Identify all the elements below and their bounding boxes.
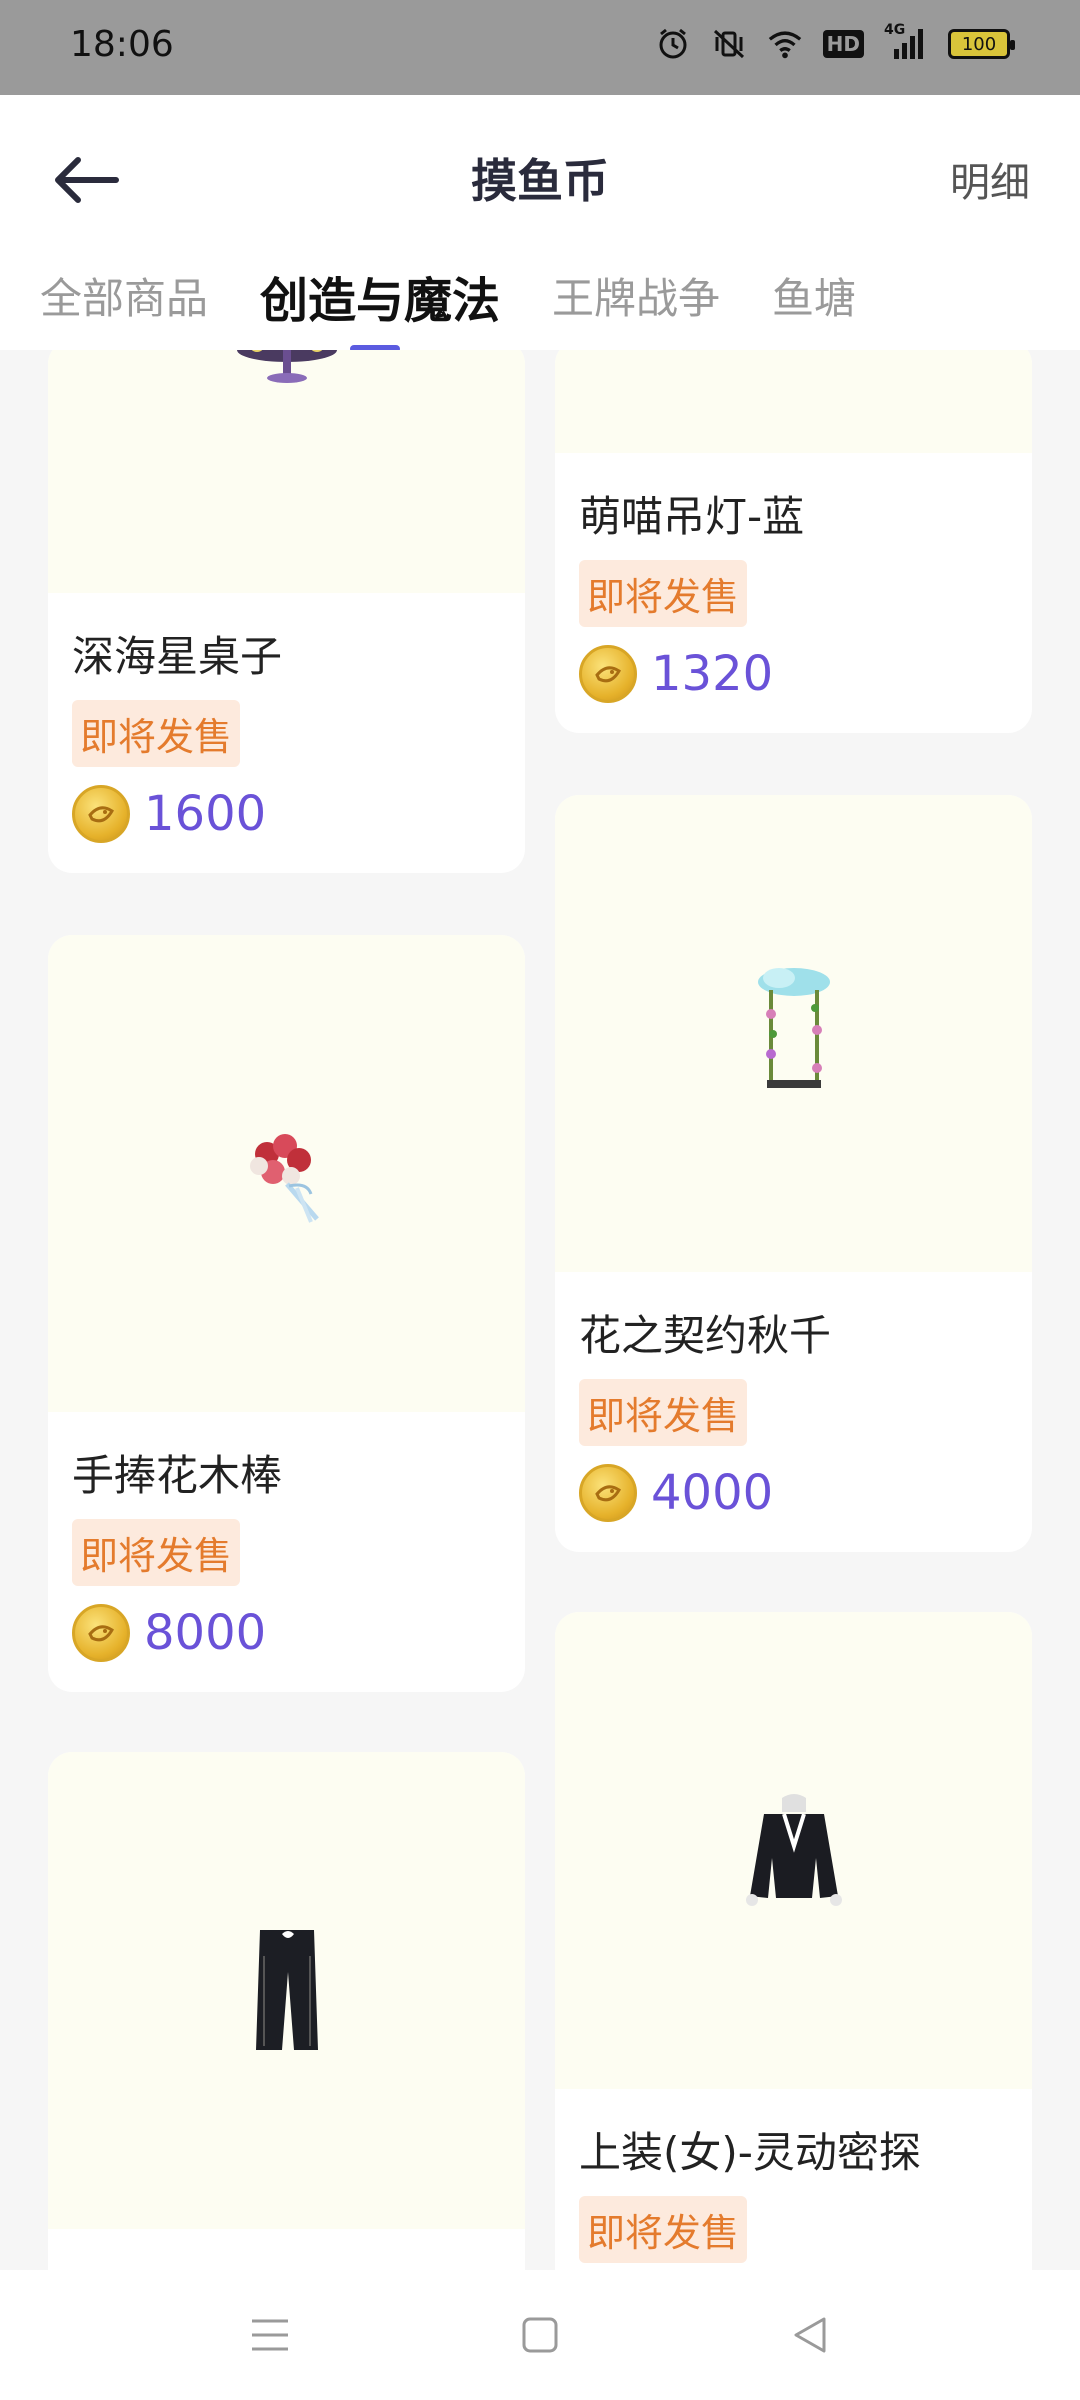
page-title: 摸鱼币 [471, 154, 609, 208]
product-card[interactable]: 裤装(女)-灵动密探 [48, 1752, 525, 2270]
status-badge: 即将发售 [579, 1379, 748, 1446]
status-badge: 即将发售 [579, 2196, 748, 2263]
price-row: 1600 [72, 785, 501, 843]
signal-icon: 4G [884, 22, 928, 62]
price-row: 8000 [72, 1604, 501, 1662]
tab-all-products[interactable]: 全部商品 [40, 265, 208, 331]
triangle-back-icon [794, 2317, 826, 2353]
star-table-image [236, 350, 337, 383]
alarm-icon [655, 26, 691, 62]
product-card[interactable]: 手捧花木棒 即将发售 8000 [48, 935, 525, 1692]
category-tabs: 全部商品 创造与魔法 王牌战争 鱼塘 [40, 265, 908, 331]
product-name: 上装(女)-灵动密探 [579, 2128, 921, 2177]
tab-fish-pond[interactable]: 鱼塘 [772, 265, 856, 331]
product-name: 裤装(女)-灵动密探 [72, 2259, 501, 2270]
status-badge: 即将发售 [72, 700, 241, 767]
product-image [48, 935, 525, 1412]
detail-link[interactable]: 明细 [950, 150, 1030, 208]
network-type-label: 4G [884, 22, 906, 38]
header: 摸鱼币 明细 全部商品 创造与魔法 王牌战争 鱼塘 [0, 95, 1080, 353]
home-button[interactable] [505, 2300, 575, 2370]
coin-icon [72, 1604, 130, 1662]
flower-swing-image [757, 967, 830, 1088]
system-navigation-bar [0, 2270, 1080, 2400]
product-card[interactable]: 上装(女)-灵动密探 即将发售 [555, 1612, 1032, 2270]
bouquet-image [249, 1133, 319, 1223]
coin-icon [579, 1464, 637, 1522]
menu-button[interactable] [235, 2300, 305, 2370]
product-card[interactable]: 深海星桌子 即将发售 1600 [48, 350, 525, 873]
product-name: 萌喵吊灯-蓝 [579, 492, 805, 541]
product-image [555, 795, 1032, 1272]
tab-creation-magic[interactable]: 创造与魔法 [260, 261, 500, 331]
coin-icon [579, 645, 637, 703]
pants-image [255, 1929, 318, 2050]
product-image [48, 1752, 525, 2229]
menu-icon [252, 2319, 288, 2351]
tab-ace-war[interactable]: 王牌战争 [552, 265, 720, 331]
product-card[interactable]: 萌喵吊灯-蓝 即将发售 1320 [555, 350, 1032, 733]
coin-icon [72, 785, 130, 843]
product-image [555, 350, 1032, 453]
product-price: 4000 [651, 1465, 774, 1521]
product-price: 1320 [651, 646, 774, 702]
jacket-image [745, 1793, 842, 1906]
product-price: 1600 [144, 786, 267, 842]
product-name: 花之契约秋千 [579, 1311, 832, 1360]
battery-icon: 100 [948, 29, 1015, 59]
product-price: 8000 [144, 1605, 267, 1661]
price-row: 1320 [579, 645, 1008, 703]
status-badge: 即将发售 [72, 1519, 241, 1586]
product-image [555, 1612, 1032, 2089]
product-image [48, 350, 525, 593]
wifi-icon [767, 26, 803, 62]
back-nav-button[interactable] [775, 2300, 845, 2370]
product-grid: 深海星桌子 即将发售 1600 萌喵吊灯-蓝 即将发售 1320 手捧花木棒 即… [0, 350, 1080, 2270]
product-name: 手捧花木棒 [72, 1451, 283, 1500]
mute-vibrate-icon [711, 26, 747, 62]
status-bar: 18:06 HD 4G 100 [0, 0, 1080, 95]
square-icon [522, 2317, 558, 2353]
status-icons: HD 4G 100 [655, 22, 1015, 62]
hd-icon: HD [822, 30, 864, 58]
status-badge: 即将发售 [579, 560, 748, 627]
product-card[interactable]: 花之契约秋千 即将发售 4000 [555, 795, 1032, 1552]
product-name: 深海星桌子 [72, 632, 283, 681]
price-row: 4000 [579, 1464, 1008, 1522]
status-time: 18:06 [70, 24, 174, 65]
